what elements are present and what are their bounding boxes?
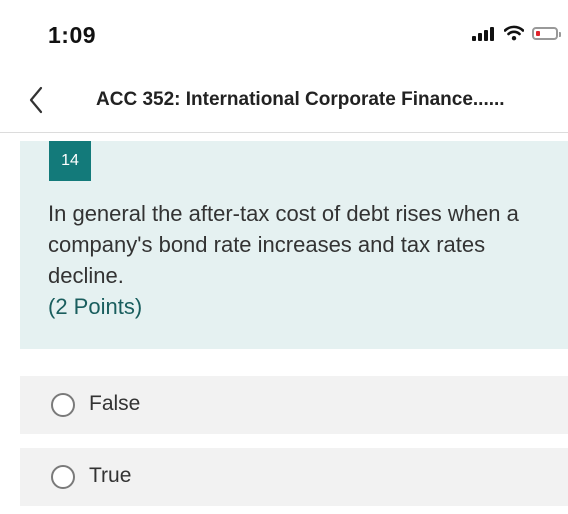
question-text: In general the after-tax cost of debt ri… [48, 201, 519, 288]
option-label: False [89, 392, 141, 415]
question-number-badge: 14 [49, 141, 91, 181]
battery-icon [532, 26, 561, 40]
chevron-left-icon [29, 86, 43, 114]
wifi-icon [504, 25, 524, 41]
question-card: 14 In general the after-tax cost of debt… [20, 141, 568, 349]
radio-button[interactable] [51, 393, 75, 417]
status-icons [472, 25, 561, 41]
option-true[interactable]: True [20, 448, 568, 506]
header: ACC 352: International Corporate Finance… [0, 70, 568, 133]
page-title: ACC 352: International Corporate Finance… [96, 89, 505, 110]
back-button[interactable] [22, 84, 50, 116]
radio-button[interactable] [51, 465, 75, 489]
signal-icon [472, 25, 496, 41]
question-points: (2 Points) [48, 294, 143, 319]
status-bar: 1:09 [0, 0, 568, 70]
status-time: 1:09 [48, 22, 97, 48]
option-label: True [89, 464, 132, 487]
option-false[interactable]: False [20, 376, 568, 434]
battery-level [536, 30, 540, 36]
